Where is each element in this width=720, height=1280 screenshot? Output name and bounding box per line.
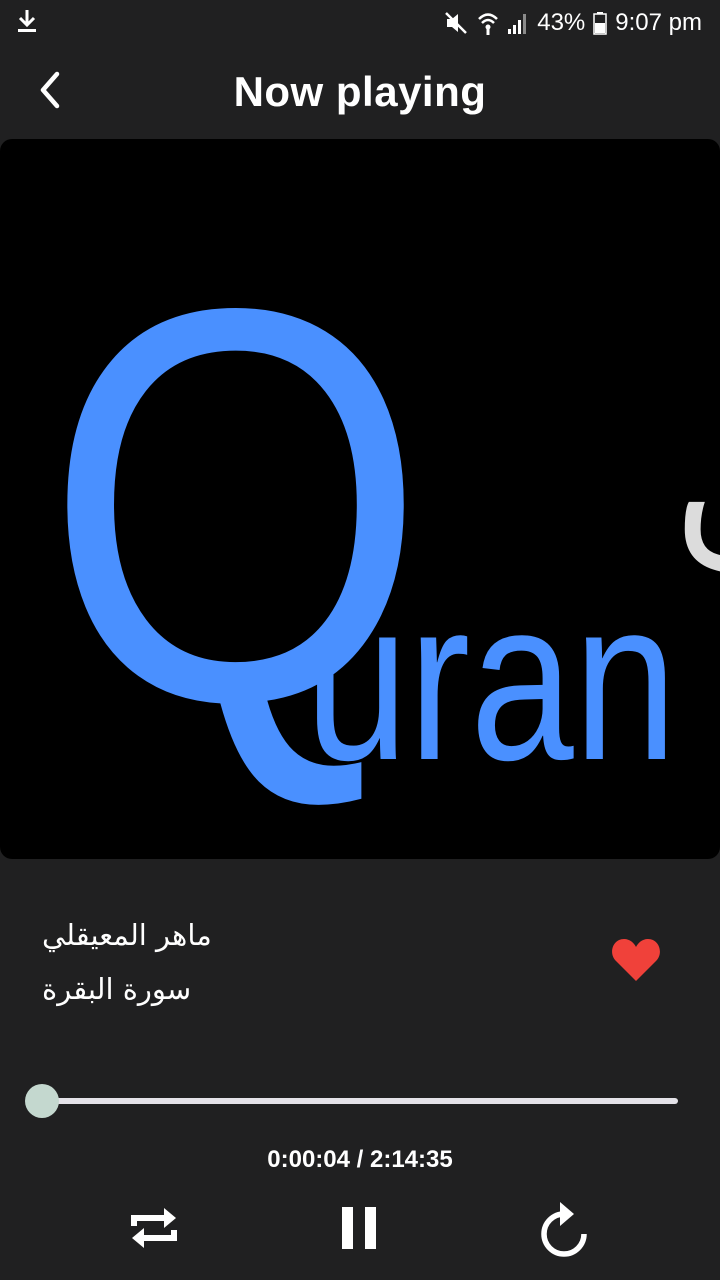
playback-controls [0,1190,720,1270]
app-bar: Now playing [0,52,720,136]
replay-icon [536,1198,596,1263]
download-icon [16,8,38,39]
page-title: Now playing [233,68,487,115]
artwork-arabic-word: قرآن [672,377,720,587]
battery-percent: 43% [537,9,586,36]
repeat-button[interactable] [114,1190,194,1270]
repeat-icon [124,1198,184,1263]
wifi-icon [477,10,499,36]
status-time: 9:07 pm [615,9,702,36]
replay-button[interactable] [526,1190,606,1270]
favorite-button[interactable] [608,936,664,988]
signal-icon [507,11,529,35]
surah-name: سورة البقرة [42,972,192,1006]
battery-icon [593,11,608,35]
album-artwork: Q قرآن uran [0,139,720,859]
artist-name: ماهر المعيقلي [42,918,212,952]
seek-track [42,1098,678,1104]
artwork-latin-word: uran [305,551,677,808]
heart-icon [611,938,661,987]
pause-button[interactable] [320,1190,400,1270]
pause-icon [338,1204,382,1257]
time-readout: 0:00:04 / 2:14:35 [267,1146,453,1173]
seek-thumb[interactable] [25,1084,60,1118]
seek-bar[interactable] [24,1084,684,1120]
mute-icon [443,10,469,36]
status-bar: 43% 9:07 pm [0,0,720,46]
